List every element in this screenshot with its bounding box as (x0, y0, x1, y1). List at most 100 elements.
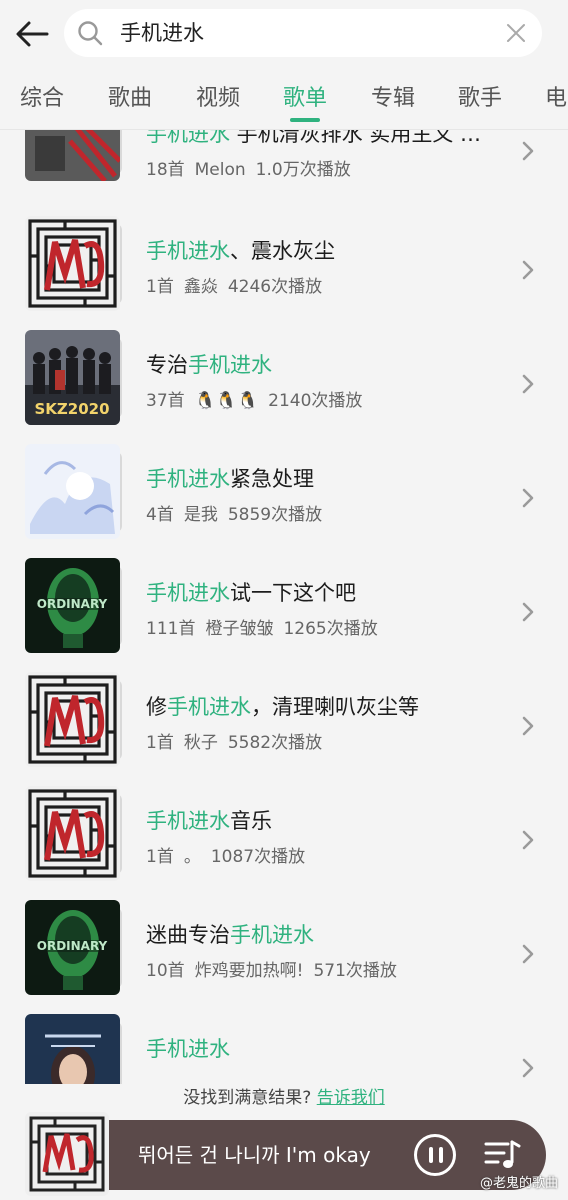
title-highlight: 手机进水 (146, 581, 230, 605)
playlist-title: 手机进水 (146, 1035, 230, 1063)
playlist-cover[interactable]: ORDINARY (25, 900, 120, 995)
chevron-right-icon[interactable] (520, 943, 536, 965)
svg-text:ORDINARY: ORDINARY (37, 597, 108, 611)
track-count: 1首 (146, 733, 174, 753)
playlist-title: 手机进水紧急处理 (146, 465, 314, 493)
chevron-right-icon[interactable] (520, 715, 536, 737)
title-suffix: ，清理喇叭灰尘等 (251, 695, 419, 719)
playlist-row[interactable]: 手机进水紧急处理 4首 是我 5859次播放 (0, 435, 568, 549)
track-count: 111首 (146, 619, 196, 639)
track-count: 1首 (146, 277, 174, 297)
title-suffix: 、震水灰尘 (230, 239, 335, 263)
play-count: 1.0万次播放 (255, 160, 351, 180)
title-suffix: 试一下这个吧 (230, 581, 356, 605)
playlist-title: 手机进水、震水灰尘 (146, 237, 335, 265)
close-icon[interactable] (504, 21, 528, 45)
arrow-left-icon (16, 21, 49, 47)
chevron-right-icon[interactable] (520, 373, 536, 395)
playlist-meta: 18首 Melon 1.0万次播放 (146, 158, 361, 182)
playlist-cover[interactable] (25, 672, 120, 767)
tab-albums[interactable]: 专辑 (371, 84, 415, 114)
playlist-icon[interactable] (482, 1136, 522, 1174)
track-count: 4首 (146, 505, 174, 525)
title-highlight: 手机进水 (146, 467, 230, 491)
feedback-text: 没找到满意结果? (183, 1088, 312, 1108)
playlist-cover[interactable] (25, 216, 120, 311)
title-highlight: 手机进水 (230, 923, 314, 947)
creator-name: 🐧🐧🐧 (194, 391, 259, 411)
chevron-right-icon[interactable] (520, 259, 536, 281)
back-button[interactable] (10, 12, 54, 56)
creator-name: 炸鸡要加热啊! (194, 961, 304, 981)
playlist-row[interactable]: ORDINARY 手机进水试一下这个吧 111首 橙子皱皱 1265次播放 (0, 549, 568, 663)
creator-name: 鑫焱 (183, 277, 218, 297)
svg-text:SKZ2020: SKZ2020 (34, 400, 109, 418)
playlist-cover[interactable] (25, 444, 120, 539)
playlist-meta: 111首 橙子皱皱 1265次播放 (146, 617, 388, 641)
title-highlight: 手机进水 (188, 353, 272, 377)
playlist-row[interactable]: ORDINARY 迷曲专治手机进水 10首 炸鸡要加热啊! 571次播放 (0, 891, 568, 1005)
creator-name: 是我 (183, 505, 218, 525)
title-suffix: 紧急处理 (230, 467, 314, 491)
chevron-right-icon[interactable] (520, 1057, 536, 1079)
title-prefix: 修 (146, 695, 167, 719)
playlist-cover[interactable] (25, 786, 120, 881)
playlist-meta: 1首 鑫焱 4246次播放 (146, 275, 332, 299)
creator-name: 橙子皱皱 (205, 619, 274, 639)
search-input[interactable]: 手机进水 (64, 9, 542, 57)
title-highlight: 手机进水 (146, 809, 230, 833)
title-prefix: 专治 (146, 353, 188, 377)
feedback-link[interactable]: 告诉我们 (317, 1088, 385, 1108)
title-highlight: 手机进水 (146, 239, 230, 263)
active-tab-indicator (290, 118, 320, 122)
chevron-right-icon[interactable] (520, 601, 536, 623)
track-count: 18首 (146, 160, 185, 180)
tab-songs[interactable]: 歌曲 (108, 84, 152, 114)
track-count: 37首 (146, 391, 185, 411)
search-icon (78, 21, 103, 46)
play-count: 1087次播放 (210, 847, 306, 867)
chevron-right-icon[interactable] (520, 487, 536, 509)
now-playing-title[interactable]: 뛰어든 건 나니까 I'm okay (138, 1140, 371, 1170)
play-count: 4246次播放 (227, 277, 323, 297)
pause-icon (429, 1147, 433, 1163)
watermark: @老鬼的歌曲 (479, 1176, 558, 1191)
tab-all[interactable]: 综合 (20, 84, 64, 114)
tab-radio[interactable]: 电 (545, 84, 567, 114)
playlist-meta: 37首 🐧🐧🐧 2140次播放 (146, 389, 372, 413)
feedback-prompt: 没找到满意结果? 告诉我们 (0, 1084, 568, 1112)
playlist-row[interactable]: 手机进水、震水灰尘 1首 鑫焱 4246次播放 (0, 207, 568, 321)
playlist-title: 修手机进水，清理喇叭灰尘等 (146, 693, 419, 721)
playlist-row[interactable]: 手机进水音乐 1首。 1087次播放 (0, 777, 568, 891)
now-playing-cover[interactable] (25, 1112, 109, 1196)
play-count: 571次播放 (313, 961, 397, 981)
title-suffix: 音乐 (230, 809, 272, 833)
playlist-meta: 10首 炸鸡要加热啊! 571次播放 (146, 959, 407, 983)
chevron-right-icon[interactable] (520, 829, 536, 851)
chevron-right-icon[interactable] (520, 140, 536, 162)
playlist-title: 手机进水试一下这个吧 (146, 579, 356, 607)
play-count: 5582次播放 (227, 733, 323, 753)
play-count: 1265次播放 (283, 619, 378, 639)
pause-button[interactable] (414, 1134, 456, 1176)
tab-artists[interactable]: 歌手 (458, 84, 502, 114)
playlist-cover[interactable]: ORDINARY (25, 558, 120, 653)
playlist-meta: 1首。 1087次播放 (146, 845, 315, 869)
title-prefix: 迷曲专治 (146, 923, 230, 947)
creator-name: 。 (183, 847, 201, 867)
playlist-cover[interactable]: SKZ2020 (25, 330, 120, 425)
top-bar: 手机进水 综合 歌曲 视频 歌单 专辑 歌手 电 (0, 0, 568, 130)
pause-icon-bar (439, 1147, 443, 1163)
search-query: 手机进水 (120, 21, 204, 45)
playlist-row[interactable]: SKZ2020 专治手机进水 37首 🐧🐧🐧 2140次播放 (0, 321, 568, 435)
tab-videos[interactable]: 视频 (196, 84, 240, 114)
play-count: 5859次播放 (227, 505, 323, 525)
svg-text:ORDINARY: ORDINARY (37, 939, 108, 953)
tab-bar: 综合 歌曲 视频 歌单 专辑 歌手 电 (0, 78, 568, 122)
playlist-title: 手机进水音乐 (146, 807, 272, 835)
track-count: 10首 (146, 961, 185, 981)
tab-playlists[interactable]: 歌单 (283, 84, 327, 114)
playlist-row[interactable]: 修手机进水，清理喇叭灰尘等 1首 秋子 5582次播放 (0, 663, 568, 777)
playlist-meta: 1首 秋子 5582次播放 (146, 731, 332, 755)
play-count: 2140次播放 (268, 391, 363, 411)
